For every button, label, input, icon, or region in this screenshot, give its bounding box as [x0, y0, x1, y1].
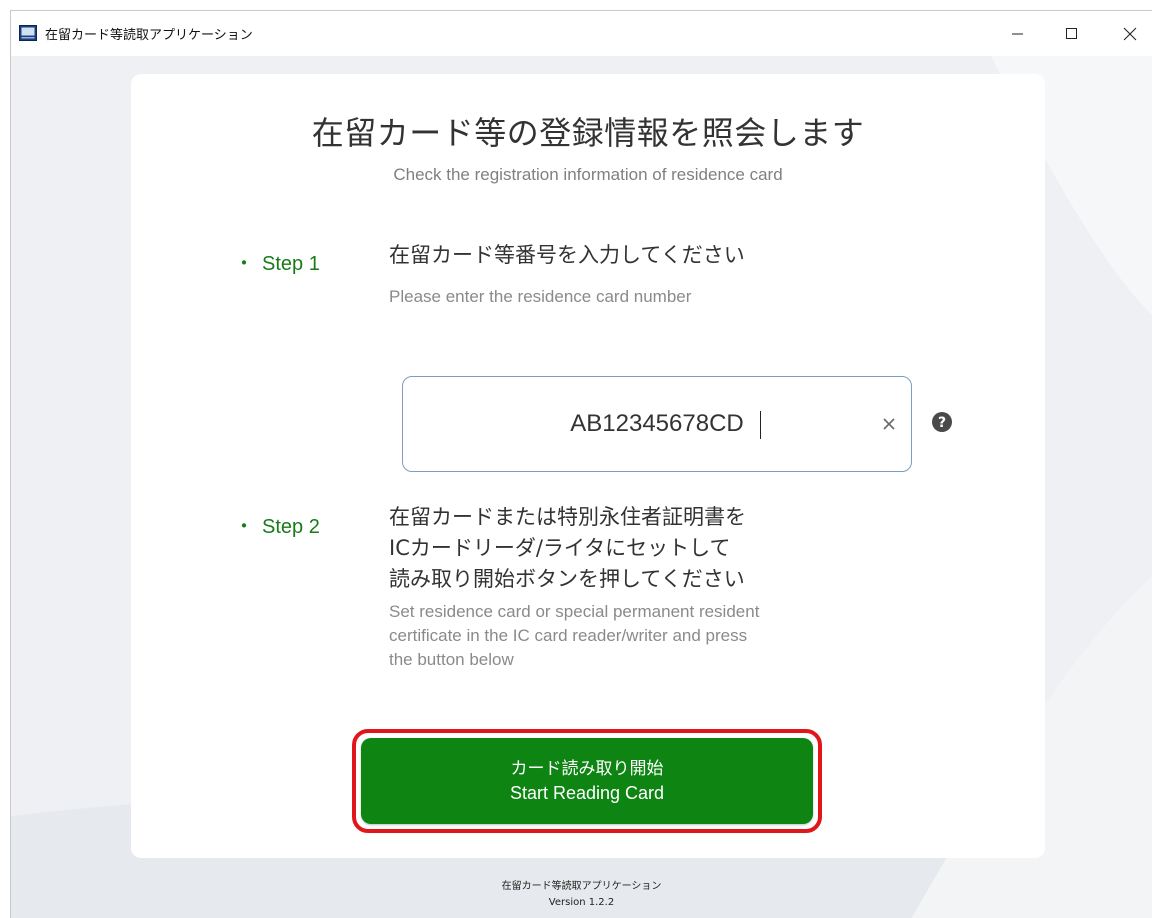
client-area: 在留カード等の登録情報を照会します Check the registration… [11, 56, 1152, 918]
step2-instruction-jp-line: 読み取り開始ボタンを押してください [389, 567, 745, 591]
residence-card-number-field[interactable] [402, 376, 912, 472]
help-icon[interactable]: ? [932, 412, 952, 432]
text-caret [760, 411, 761, 439]
close-button[interactable] [1107, 11, 1152, 56]
step2-instruction-jp: 在留カードまたは特別永住者証明書を ICカードリーダ/ライタにセットして 読み取… [389, 502, 746, 595]
title-bar: 在留カード等読取アプリケーション [11, 11, 1152, 56]
minimize-button[interactable] [995, 11, 1041, 56]
app-window-icon [19, 25, 37, 41]
footer-app-name: 在留カード等読取アプリケーション [501, 881, 662, 892]
main-panel: 在留カード等の登録情報を照会します Check the registration… [131, 74, 1045, 858]
start-button-label-jp: カード読み取り開始 [510, 759, 664, 779]
footer-version: Version 1.2.2 [548, 897, 615, 908]
minimize-icon [1012, 33, 1023, 34]
step1-instruction-jp: 在留カード等番号を入力してください [389, 243, 745, 267]
step2-instruction-jp-line: 在留カードまたは特別永住者証明書を [389, 505, 746, 529]
step1-instruction-en: Please enter the residence card number [389, 287, 692, 306]
maximize-icon [1066, 27, 1077, 39]
step2-instruction-jp-line: ICカードリーダ/ライタにセットして [389, 536, 731, 560]
clear-input-button[interactable] [878, 413, 900, 435]
window-title: 在留カード等読取アプリケーション [45, 28, 253, 43]
step1-label: ・ Step 1 [234, 253, 320, 275]
start-reading-card-button[interactable]: カード読み取り開始 Start Reading Card [361, 738, 813, 824]
clear-x-icon [883, 418, 895, 430]
step2-instruction-en-line: certificate in the IC card reader/writer… [389, 626, 748, 645]
start-button-label-en: Start Reading Card [509, 783, 665, 803]
step2-instruction-en-line: Set residence card or special permanent … [389, 602, 760, 621]
page-title: 在留カード等の登録情報を照会します [311, 114, 865, 152]
svg-text:?: ? [938, 415, 946, 431]
step2-instruction-en-line: the button below [389, 650, 514, 669]
app-window: 在留カード等読取アプリケーション 在留カード等の登録情報を照会します Check… [10, 10, 1152, 918]
close-icon [1123, 27, 1137, 40]
page-subtitle: Check the registration information of re… [393, 165, 783, 184]
step2-instruction-en: Set residence card or special permanent … [389, 600, 759, 672]
step2-label: ・ Step 2 [234, 516, 320, 538]
residence-card-number-input[interactable] [403, 377, 911, 471]
maximize-button[interactable] [1049, 11, 1095, 56]
